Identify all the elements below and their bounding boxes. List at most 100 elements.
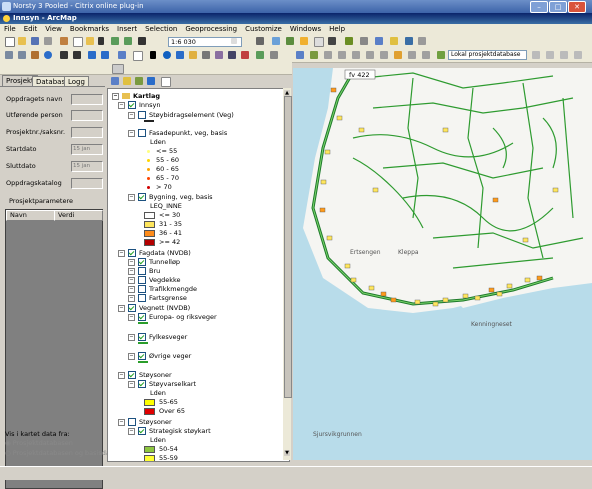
- collapse-icon[interactable]: −: [128, 267, 135, 275]
- toc-row[interactable]: − Fasadepunkt, veg, basis: [128, 129, 227, 138]
- tool-g-icon[interactable]: [380, 51, 388, 59]
- identify-icon[interactable]: [163, 51, 171, 59]
- toc-row[interactable]: − Europa- og riksveger: [128, 313, 217, 322]
- more-icon[interactable]: [418, 37, 426, 45]
- workspace-dropdown[interactable]: Lokal prosjektdatabase: [448, 50, 527, 60]
- tool-d-icon[interactable]: [338, 51, 346, 59]
- tool-m-icon[interactable]: [546, 51, 554, 59]
- find-route-icon[interactable]: [228, 51, 236, 59]
- layer-checkbox[interactable]: [138, 352, 146, 360]
- layer-checkbox[interactable]: [138, 285, 146, 293]
- cut-icon[interactable]: [60, 37, 68, 45]
- layer-checkbox[interactable]: [138, 258, 146, 266]
- toc-row[interactable]: − Tunnelløp: [128, 258, 180, 267]
- copy-icon[interactable]: [73, 37, 83, 47]
- toc-row[interactable]: − Støysoner: [118, 371, 172, 380]
- toc-row[interactable]: − Fylkesveger: [128, 333, 187, 342]
- delete-icon[interactable]: [98, 37, 104, 45]
- tool-a-icon[interactable]: [296, 51, 304, 59]
- collapse-icon[interactable]: −: [128, 333, 135, 341]
- layer-checkbox[interactable]: [138, 333, 146, 341]
- toc-row[interactable]: 60 - 65: [144, 165, 179, 174]
- menu-file[interactable]: File: [0, 24, 20, 34]
- collapse-icon[interactable]: −: [128, 285, 135, 293]
- layer-checkbox[interactable]: [128, 304, 136, 312]
- menu-geoprocessing[interactable]: Geoprocessing: [181, 24, 241, 34]
- toc-row[interactable]: Lden: [150, 389, 166, 398]
- oppdragskatalog-input[interactable]: [71, 178, 103, 189]
- print-icon[interactable]: [44, 37, 52, 45]
- toc-row[interactable]: <= 30: [144, 211, 180, 220]
- layer-checkbox[interactable]: [128, 101, 136, 109]
- menu-help[interactable]: Help: [325, 24, 349, 34]
- new-icon[interactable]: [5, 37, 15, 47]
- toc-row[interactable]: − Støyvarselkart: [128, 380, 196, 389]
- menu-customize[interactable]: Customize: [241, 24, 286, 34]
- collapse-icon[interactable]: −: [118, 371, 125, 379]
- back-extent-icon[interactable]: [88, 51, 96, 59]
- tool-c-icon[interactable]: [324, 51, 332, 59]
- toc-row[interactable]: − Vegnett (NVDB): [118, 304, 190, 313]
- layer-checkbox[interactable]: [138, 111, 146, 119]
- tool-b-icon[interactable]: [310, 51, 318, 59]
- radio-prosjektdatabasen[interactable]: ◉ Prosjektdatabasen: [5, 439, 73, 447]
- toc-row[interactable]: <= 55: [144, 147, 177, 156]
- collapse-icon[interactable]: −: [128, 276, 135, 284]
- toc-row[interactable]: 36 - 41: [144, 229, 182, 238]
- layer-checkbox[interactable]: [138, 276, 146, 284]
- toc-row[interactable]: Lden: [150, 436, 166, 445]
- collapse-icon[interactable]: −: [128, 258, 135, 266]
- toc-row[interactable]: > 70: [144, 183, 172, 192]
- menu-windows[interactable]: Windows: [286, 24, 325, 34]
- toc-row[interactable]: >= 42: [144, 238, 180, 247]
- fixed-zoom-out-icon[interactable]: [73, 51, 81, 59]
- zoom-out-icon[interactable]: [18, 51, 26, 59]
- collapse-icon[interactable]: −: [118, 101, 125, 109]
- layer-checkbox[interactable]: [138, 427, 146, 435]
- select-elements-icon[interactable]: [150, 51, 156, 59]
- arcscene-icon[interactable]: [390, 37, 398, 45]
- toc-row[interactable]: Over 65: [144, 407, 185, 416]
- collapse-icon[interactable]: −: [128, 427, 135, 435]
- minimize-button[interactable]: –: [530, 1, 548, 13]
- tool-o-icon[interactable]: [574, 51, 582, 59]
- collapse-icon[interactable]: −: [128, 380, 135, 388]
- toc-row[interactable]: − Støysoner: [118, 418, 172, 427]
- tool-h-icon[interactable]: [394, 51, 402, 59]
- toc-scroll-thumb[interactable]: [284, 96, 292, 398]
- select-features-icon[interactable]: [118, 51, 126, 59]
- toc-row[interactable]: − Øvrige veger: [128, 352, 191, 361]
- add-data-icon[interactable]: [138, 37, 146, 45]
- measure-icon[interactable]: [202, 51, 210, 59]
- toc-row[interactable]: − Fartsgrense: [128, 294, 187, 303]
- time-slider-icon[interactable]: [256, 51, 264, 59]
- options-icon[interactable]: [161, 77, 171, 87]
- collapse-icon[interactable]: −: [128, 129, 135, 137]
- menu-insert[interactable]: Insert: [113, 24, 141, 34]
- tool-l-icon[interactable]: [532, 51, 540, 59]
- collapse-icon[interactable]: −: [112, 92, 119, 100]
- layer-checkbox[interactable]: [138, 193, 146, 201]
- toc-row[interactable]: LEQ_INNE: [150, 202, 182, 211]
- menu-selection[interactable]: Selection: [141, 24, 181, 34]
- html-popup-icon[interactable]: [189, 51, 197, 59]
- clear-selection-icon[interactable]: [133, 51, 143, 61]
- menu-bookmarks[interactable]: Bookmarks: [66, 24, 113, 34]
- toc-row[interactable]: − Strategisk støykart: [128, 427, 211, 436]
- prosjektnr-input[interactable]: [71, 127, 103, 138]
- toc-row[interactable]: 65 - 70: [144, 174, 179, 183]
- toc-row[interactable]: 31 - 35: [144, 220, 182, 229]
- list-by-drawing-order-icon[interactable]: [111, 77, 119, 85]
- grid-header-verdi[interactable]: Verdi: [54, 210, 103, 221]
- menu-edit[interactable]: Edit: [20, 24, 42, 34]
- find-icon[interactable]: [215, 51, 223, 59]
- list-by-selection-icon[interactable]: [147, 77, 155, 85]
- layer-checkbox[interactable]: [138, 380, 146, 388]
- layer-checkbox[interactable]: [128, 418, 136, 426]
- toc-row[interactable]: − Kartlag: [112, 92, 160, 101]
- collapse-icon[interactable]: −: [128, 111, 135, 119]
- startdato-picker[interactable]: 15 jan: [71, 144, 103, 155]
- toc-row[interactable]: 55 - 60: [144, 156, 179, 165]
- layer-checkbox[interactable]: [138, 313, 146, 321]
- toc-icon[interactable]: [375, 37, 383, 45]
